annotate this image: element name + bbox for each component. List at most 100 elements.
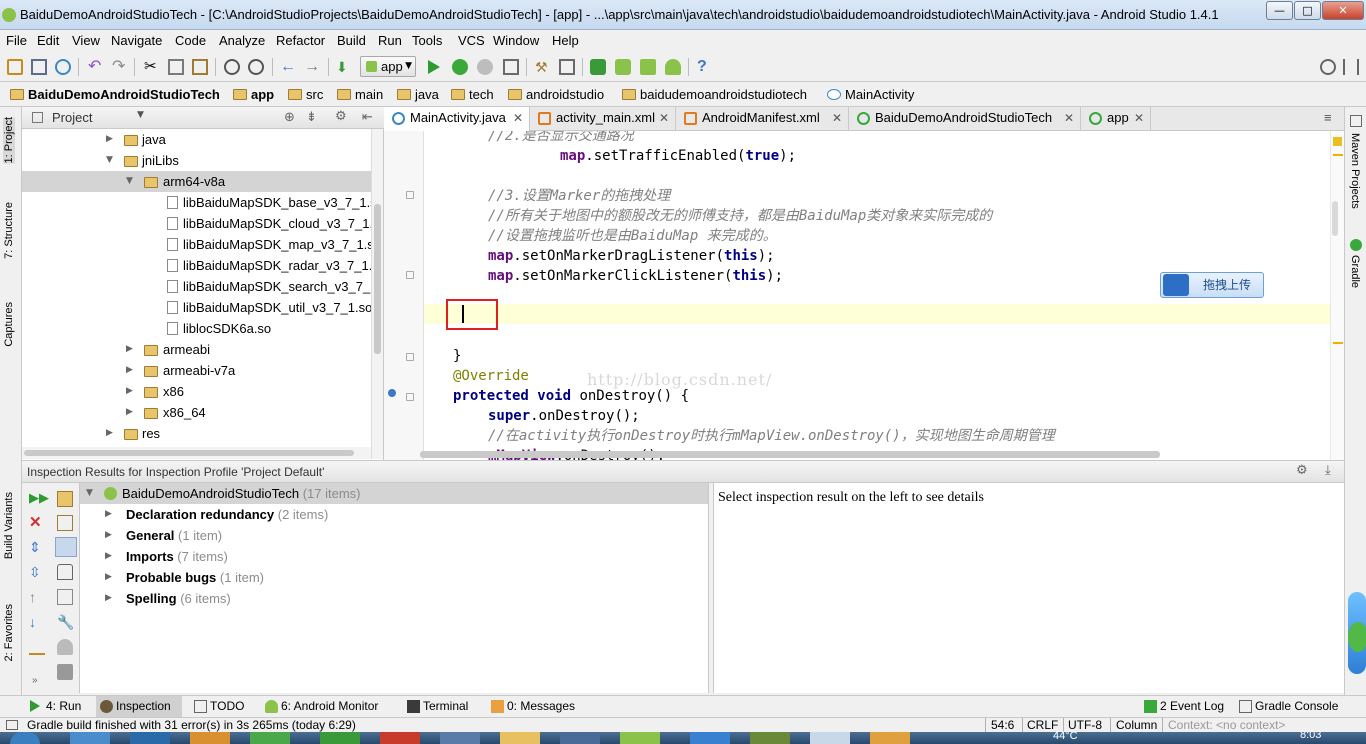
tab-app-gradle[interactable]: app ✕: [1081, 107, 1151, 131]
tab-project-gradle[interactable]: BaiduDemoAndroidStudioTech ✕: [849, 107, 1081, 131]
tree-row[interactable]: ▶ java: [22, 129, 384, 150]
lock-icon[interactable]: [57, 564, 73, 580]
sdk-manager-icon[interactable]: [640, 59, 656, 75]
tree-row[interactable]: ▼ jniLibs: [22, 150, 384, 171]
editor-hscrollbar[interactable]: [420, 451, 1160, 458]
menu-edit[interactable]: Edit: [37, 33, 59, 48]
project-structure-icon[interactable]: ⚒: [535, 59, 551, 75]
next-icon[interactable]: ↓: [29, 614, 45, 630]
android-device-monitor-icon[interactable]: [665, 59, 681, 75]
export-icon[interactable]: [57, 589, 73, 605]
warning-marker[interactable]: [1333, 342, 1343, 344]
collapse-all-icon[interactable]: ⇟: [306, 110, 317, 125]
inspection-group[interactable]: ▶ Declaration redundancy (2 items): [80, 504, 708, 525]
project-hscrollbar[interactable]: [22, 447, 371, 459]
redo-icon[interactable]: ↷: [112, 59, 128, 75]
menu-window[interactable]: Window: [493, 33, 539, 48]
help-bulb-icon[interactable]: [57, 639, 73, 655]
menu-navigate[interactable]: Navigate: [111, 33, 162, 48]
menu-run[interactable]: Run: [378, 33, 402, 48]
breadcrumb-project[interactable]: BaiduDemoAndroidStudioTech: [10, 87, 220, 102]
close-icon[interactable]: ✕: [832, 107, 842, 129]
forward-icon[interactable]: →: [304, 59, 320, 75]
taskbar-app[interactable]: [320, 732, 360, 744]
hide-panel-icon[interactable]: ⇤: [362, 110, 373, 125]
tab-gradle[interactable]: Gradle: [1349, 255, 1361, 288]
inspection-group[interactable]: ▶ Imports (7 items): [80, 546, 708, 567]
close-button[interactable]: ✕: [1322, 1, 1364, 20]
tree-row[interactable]: ▶ res: [22, 423, 372, 444]
sync-gradle-icon[interactable]: [590, 59, 606, 75]
tab-activity-main-xml[interactable]: activity_main.xml ✕: [530, 107, 676, 131]
export-results-icon[interactable]: [29, 639, 45, 655]
layout-icon[interactable]: [1343, 59, 1359, 75]
taskbar-app[interactable]: [500, 732, 540, 744]
taskbar-app[interactable]: [620, 732, 660, 744]
open-folder-icon[interactable]: [7, 59, 23, 75]
taskbar-app[interactable]: [250, 732, 290, 744]
project-hscrollbar-thumb[interactable]: [24, 450, 354, 456]
collapse-all-icon[interactable]: ⇳: [29, 564, 45, 580]
breadcrumb-src[interactable]: src: [288, 87, 323, 102]
minimize-button[interactable]: —: [1266, 1, 1293, 20]
chevron-right-icon[interactable]: ▶: [126, 360, 133, 381]
paste-icon[interactable]: [192, 59, 208, 75]
close-icon[interactable]: ✕: [659, 107, 669, 129]
filter-icon[interactable]: [55, 537, 77, 557]
make-project-icon[interactable]: ⬇: [336, 59, 352, 75]
tab-event-log[interactable]: 2 Event Log: [1140, 696, 1230, 718]
taskbar-app[interactable]: [190, 732, 230, 744]
chevron-right-icon[interactable]: ▶: [105, 504, 112, 525]
breadcrumb-app[interactable]: app: [233, 87, 274, 102]
maximize-button[interactable]: □: [1294, 1, 1321, 20]
tree-row[interactable]: ▶ x86: [22, 381, 372, 402]
project-view-select[interactable]: Project: [52, 110, 92, 125]
tree-row[interactable]: libBaiduMapSDK_base_v3_7_1.so: [22, 192, 372, 213]
tab-messages[interactable]: 0: Messages: [487, 696, 577, 718]
tray-clock[interactable]: 8:03: [1300, 729, 1321, 741]
editor-scrollbar-thumb[interactable]: [1332, 201, 1338, 236]
menu-help[interactable]: Help: [552, 33, 579, 48]
taskbar-app[interactable]: [130, 732, 170, 744]
tree-row[interactable]: ▼ arm64-v8a: [22, 171, 372, 192]
inspection-group[interactable]: ▶ General (1 item): [80, 525, 708, 546]
chevron-right-icon[interactable]: ▶: [106, 129, 113, 150]
find-icon[interactable]: [224, 59, 240, 75]
tree-row[interactable]: libBaiduMapSDK_cloud_v3_7_1.so: [22, 213, 372, 234]
override-marker-icon[interactable]: [388, 389, 396, 397]
chevron-right-icon[interactable]: ▶: [106, 423, 113, 444]
menu-build[interactable]: Build: [337, 33, 366, 48]
tab-main-activity[interactable]: MainActivity.java ✕: [384, 107, 530, 131]
chevron-right-icon[interactable]: ▶: [105, 588, 112, 609]
editor-gutter[interactable]: [384, 131, 424, 460]
chevron-down-icon[interactable]: ▼: [126, 171, 133, 192]
tab-inspection[interactable]: Inspection: [96, 696, 182, 718]
chevron-right-icon[interactable]: ▶: [105, 525, 112, 546]
tab-structure[interactable]: 7: Structure: [3, 202, 15, 259]
drag-upload-button[interactable]: 拖拽上传: [1160, 272, 1264, 298]
run-configuration-select[interactable]: app ▼: [360, 56, 416, 77]
taskbar-app[interactable]: [70, 732, 110, 744]
gear-icon[interactable]: ⚙: [1296, 463, 1308, 478]
chevron-down-icon[interactable]: ▼: [106, 150, 113, 171]
taskbar-app[interactable]: [560, 732, 600, 744]
menu-file[interactable]: File: [6, 33, 27, 48]
inspection-group[interactable]: ▶ Spelling (6 items): [80, 588, 708, 609]
tab-project[interactable]: 1: Project: [3, 117, 15, 164]
group-by-severity-icon[interactable]: [57, 491, 73, 507]
chevron-right-icon[interactable]: ▶: [126, 339, 133, 360]
copy-icon[interactable]: [168, 59, 184, 75]
close-icon[interactable]: ✕: [513, 107, 523, 129]
save-icon[interactable]: [31, 59, 47, 75]
menu-view[interactable]: View: [72, 33, 100, 48]
expand-all-icon[interactable]: ⇕: [29, 539, 45, 555]
warning-icon[interactable]: [1333, 137, 1342, 146]
menu-code[interactable]: Code: [175, 33, 206, 48]
tab-captures[interactable]: Captures: [3, 302, 15, 347]
breadcrumb-main[interactable]: main: [337, 87, 383, 102]
undo-icon[interactable]: ↶: [88, 59, 104, 75]
error-stripe[interactable]: [1330, 131, 1344, 460]
chevron-right-icon[interactable]: ▶: [126, 402, 133, 423]
tab-terminal[interactable]: Terminal: [403, 696, 478, 718]
context-indicator[interactable]: Context: <no context>: [1168, 718, 1285, 732]
